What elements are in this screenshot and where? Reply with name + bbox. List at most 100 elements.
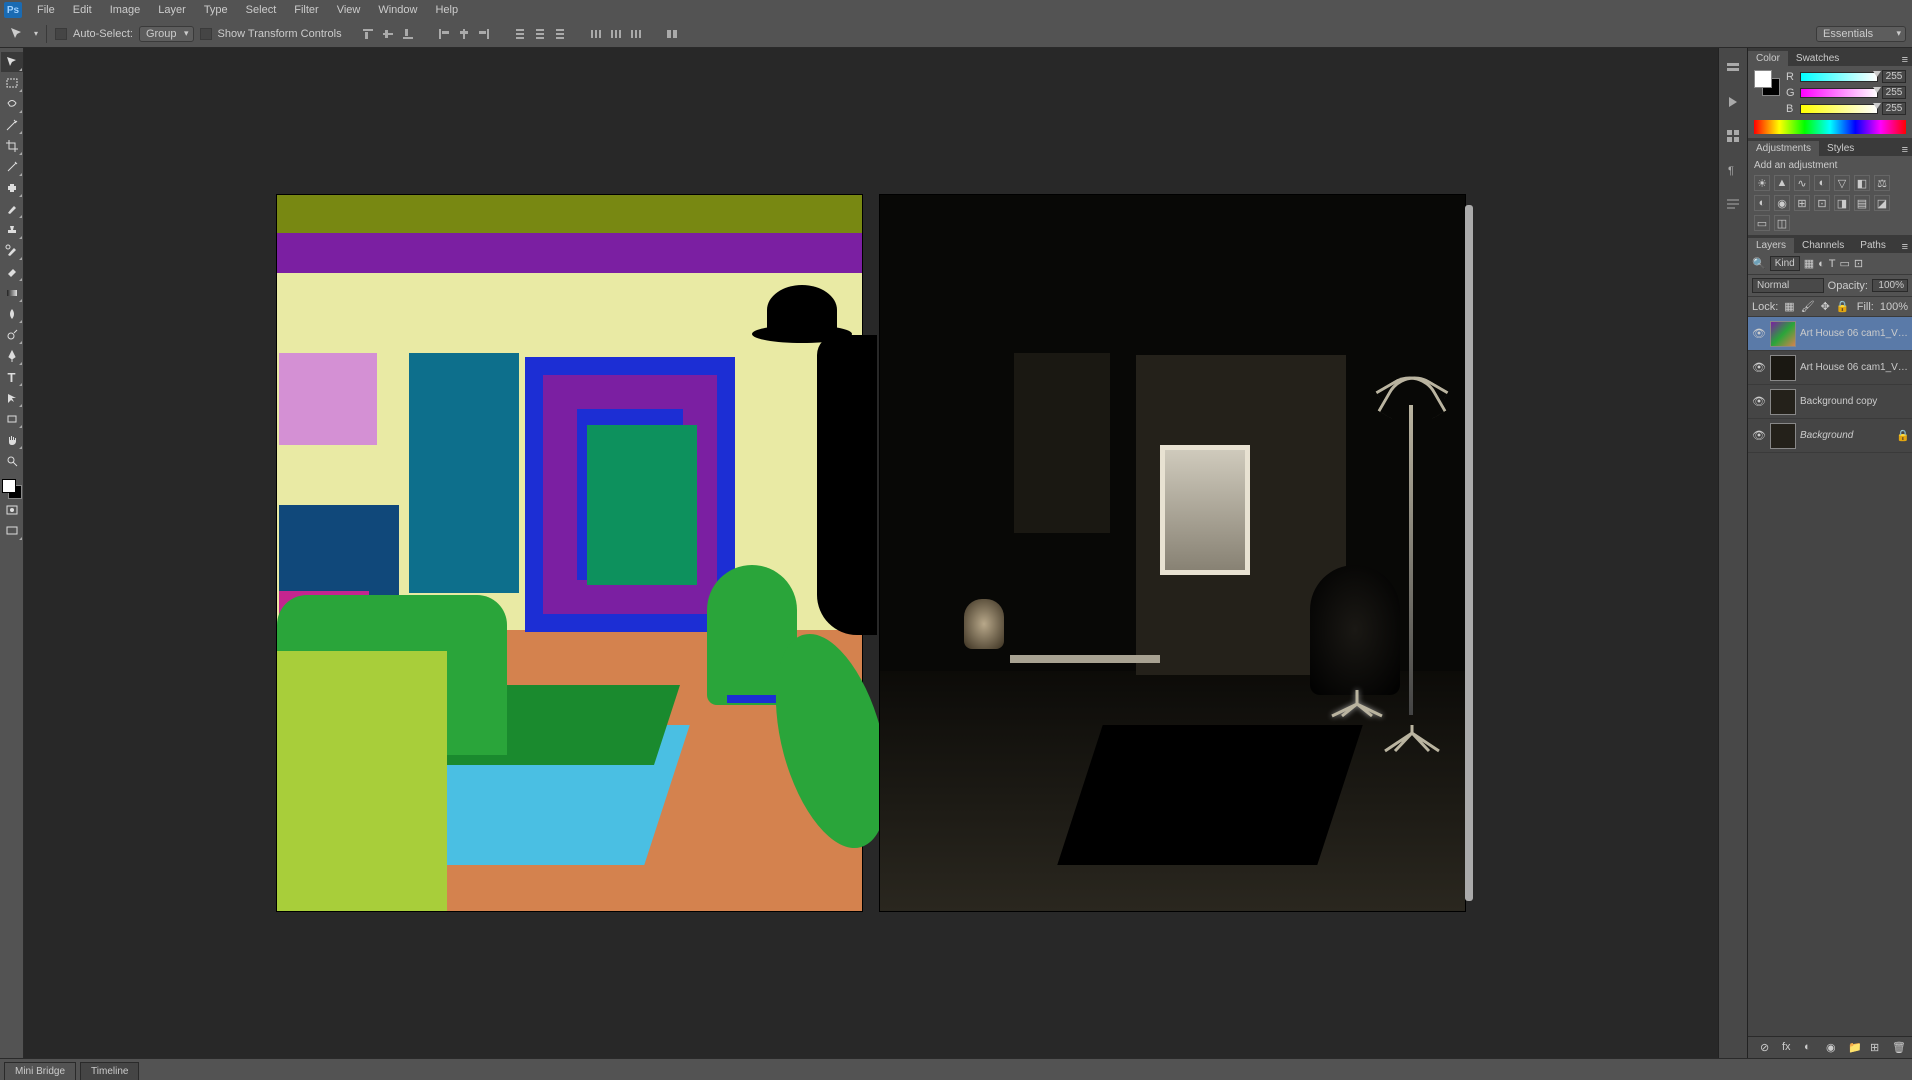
layer-row[interactable]: 👁 Art House 06 cam1_VRa... xyxy=(1748,317,1912,351)
gradmap-icon[interactable]: ▭ xyxy=(1754,215,1770,231)
brush-tool[interactable] xyxy=(1,199,23,219)
delete-layer-icon[interactable]: 🗑 xyxy=(1892,1041,1906,1055)
color-tab[interactable]: Color xyxy=(1748,51,1788,66)
zoom-tool[interactable] xyxy=(1,451,23,471)
distribute-vcenter-icon[interactable] xyxy=(530,24,550,44)
color-swatches[interactable] xyxy=(1,478,23,500)
gradient-tool[interactable] xyxy=(1,283,23,303)
panel-menu-icon[interactable]: ≡ xyxy=(1898,54,1912,66)
curves-icon[interactable]: ∿ xyxy=(1794,175,1810,191)
brightness-icon[interactable]: ☀ xyxy=(1754,175,1770,191)
styles-tab[interactable]: Styles xyxy=(1819,141,1862,156)
auto-select-checkbox[interactable] xyxy=(55,28,67,40)
lock-all-icon[interactable]: 🔒 xyxy=(1836,300,1850,313)
eraser-tool[interactable] xyxy=(1,262,23,282)
screenmode-toggle[interactable] xyxy=(1,521,23,541)
dropdown-arrow-icon[interactable]: ▾ xyxy=(34,29,38,38)
layer-row[interactable]: 👁 Background 🔒 xyxy=(1748,419,1912,453)
mini-bridge-tab[interactable]: Mini Bridge xyxy=(4,1062,76,1080)
menu-file[interactable]: File xyxy=(28,4,64,16)
new-fill-icon[interactable]: ◉ xyxy=(1826,1041,1840,1055)
marquee-tool[interactable] xyxy=(1,73,23,93)
shape-tool[interactable] xyxy=(1,409,23,429)
layer-name[interactable]: Art House 06 cam1_VRa... xyxy=(1800,362,1908,373)
layer-row[interactable]: 👁 Background copy xyxy=(1748,385,1912,419)
wand-tool[interactable] xyxy=(1,115,23,135)
paragraph-panel-icon[interactable] xyxy=(1723,194,1743,214)
bw-icon[interactable]: ◐ xyxy=(1754,195,1770,211)
dodge-tool[interactable] xyxy=(1,325,23,345)
show-transform-checkbox[interactable] xyxy=(200,28,212,40)
layer-mask-icon[interactable]: ◐ xyxy=(1804,1041,1818,1055)
r-slider[interactable] xyxy=(1800,72,1878,82)
layer-name[interactable]: Background xyxy=(1800,430,1892,441)
g-slider[interactable] xyxy=(1800,88,1878,98)
filter-shape-icon[interactable]: ▭ xyxy=(1840,257,1850,270)
distribute-right-icon[interactable] xyxy=(626,24,646,44)
menu-select[interactable]: Select xyxy=(237,4,286,16)
visibility-toggle-icon[interactable]: 👁 xyxy=(1752,361,1766,374)
selectivecolor-icon[interactable]: ◫ xyxy=(1774,215,1790,231)
b-slider[interactable] xyxy=(1800,104,1878,114)
distribute-hcenter-icon[interactable] xyxy=(606,24,626,44)
move-tool[interactable] xyxy=(1,52,23,72)
blur-tool[interactable] xyxy=(1,304,23,324)
brush-panel-icon[interactable] xyxy=(1723,126,1743,146)
vibrance-icon[interactable]: ▽ xyxy=(1834,175,1850,191)
align-right-icon[interactable] xyxy=(474,24,494,44)
layer-thumbnail[interactable] xyxy=(1770,389,1796,415)
b-value[interactable]: 255 xyxy=(1882,102,1906,115)
layer-thumbnail[interactable] xyxy=(1770,321,1796,347)
distribute-top-icon[interactable] xyxy=(510,24,530,44)
document-scrollbar[interactable] xyxy=(1465,205,1473,901)
layer-thumbnail[interactable] xyxy=(1770,355,1796,381)
distribute-bottom-icon[interactable] xyxy=(550,24,570,44)
fg-color-swatch[interactable] xyxy=(2,479,16,493)
panel-color-swatch[interactable] xyxy=(1754,70,1780,96)
new-layer-icon[interactable]: ⊞ xyxy=(1870,1041,1884,1055)
align-bottom-icon[interactable] xyxy=(398,24,418,44)
panel-menu-icon[interactable]: ≡ xyxy=(1898,144,1912,156)
lasso-tool[interactable] xyxy=(1,94,23,114)
menu-type[interactable]: Type xyxy=(195,4,237,16)
heal-tool[interactable] xyxy=(1,178,23,198)
channels-tab[interactable]: Channels xyxy=(1794,238,1852,253)
actions-panel-icon[interactable] xyxy=(1723,92,1743,112)
colorbalance-icon[interactable]: ⚖ xyxy=(1874,175,1890,191)
channelmixer-icon[interactable]: ⊞ xyxy=(1794,195,1810,211)
menu-filter[interactable]: Filter xyxy=(285,4,327,16)
panel-fg-swatch[interactable] xyxy=(1754,70,1772,88)
visibility-toggle-icon[interactable]: 👁 xyxy=(1752,429,1766,442)
menu-help[interactable]: Help xyxy=(426,4,467,16)
layer-row[interactable]: 👁 Art House 06 cam1_VRa... xyxy=(1748,351,1912,385)
workspace-selector[interactable]: Essentials xyxy=(1816,26,1906,42)
history-panel-icon[interactable] xyxy=(1723,58,1743,78)
g-value[interactable]: 255 xyxy=(1882,86,1906,99)
swatches-tab[interactable]: Swatches xyxy=(1788,51,1847,66)
lock-position-icon[interactable]: ✥ xyxy=(1821,300,1830,313)
menu-image[interactable]: Image xyxy=(101,4,150,16)
auto-select-dropdown[interactable]: Group xyxy=(139,26,194,42)
character-panel-icon[interactable]: ¶ xyxy=(1723,160,1743,180)
type-tool[interactable]: T xyxy=(1,367,23,387)
menu-window[interactable]: Window xyxy=(369,4,426,16)
document-left[interactable] xyxy=(277,195,862,911)
history-brush-tool[interactable] xyxy=(1,241,23,261)
blend-mode-dropdown[interactable]: Normal xyxy=(1752,278,1824,293)
align-hcenter-icon[interactable] xyxy=(454,24,474,44)
align-top-icon[interactable] xyxy=(358,24,378,44)
photofilter-icon[interactable]: ◉ xyxy=(1774,195,1790,211)
canvas-area[interactable] xyxy=(24,48,1718,1058)
posterize-icon[interactable]: ▤ xyxy=(1854,195,1870,211)
r-value[interactable]: 255 xyxy=(1882,70,1906,83)
new-group-icon[interactable]: 📁 xyxy=(1848,1041,1862,1055)
quickmask-toggle[interactable] xyxy=(1,500,23,520)
kind-filter-dropdown[interactable]: Kind xyxy=(1770,256,1800,271)
threshold-icon[interactable]: ◪ xyxy=(1874,195,1890,211)
levels-icon[interactable]: ▲ xyxy=(1774,175,1790,191)
distribute-left-icon[interactable] xyxy=(586,24,606,44)
lock-transparent-icon[interactable]: ▦ xyxy=(1784,300,1794,313)
pen-tool[interactable] xyxy=(1,346,23,366)
paths-tab[interactable]: Paths xyxy=(1852,238,1894,253)
panel-menu-icon[interactable]: ≡ xyxy=(1898,241,1912,253)
